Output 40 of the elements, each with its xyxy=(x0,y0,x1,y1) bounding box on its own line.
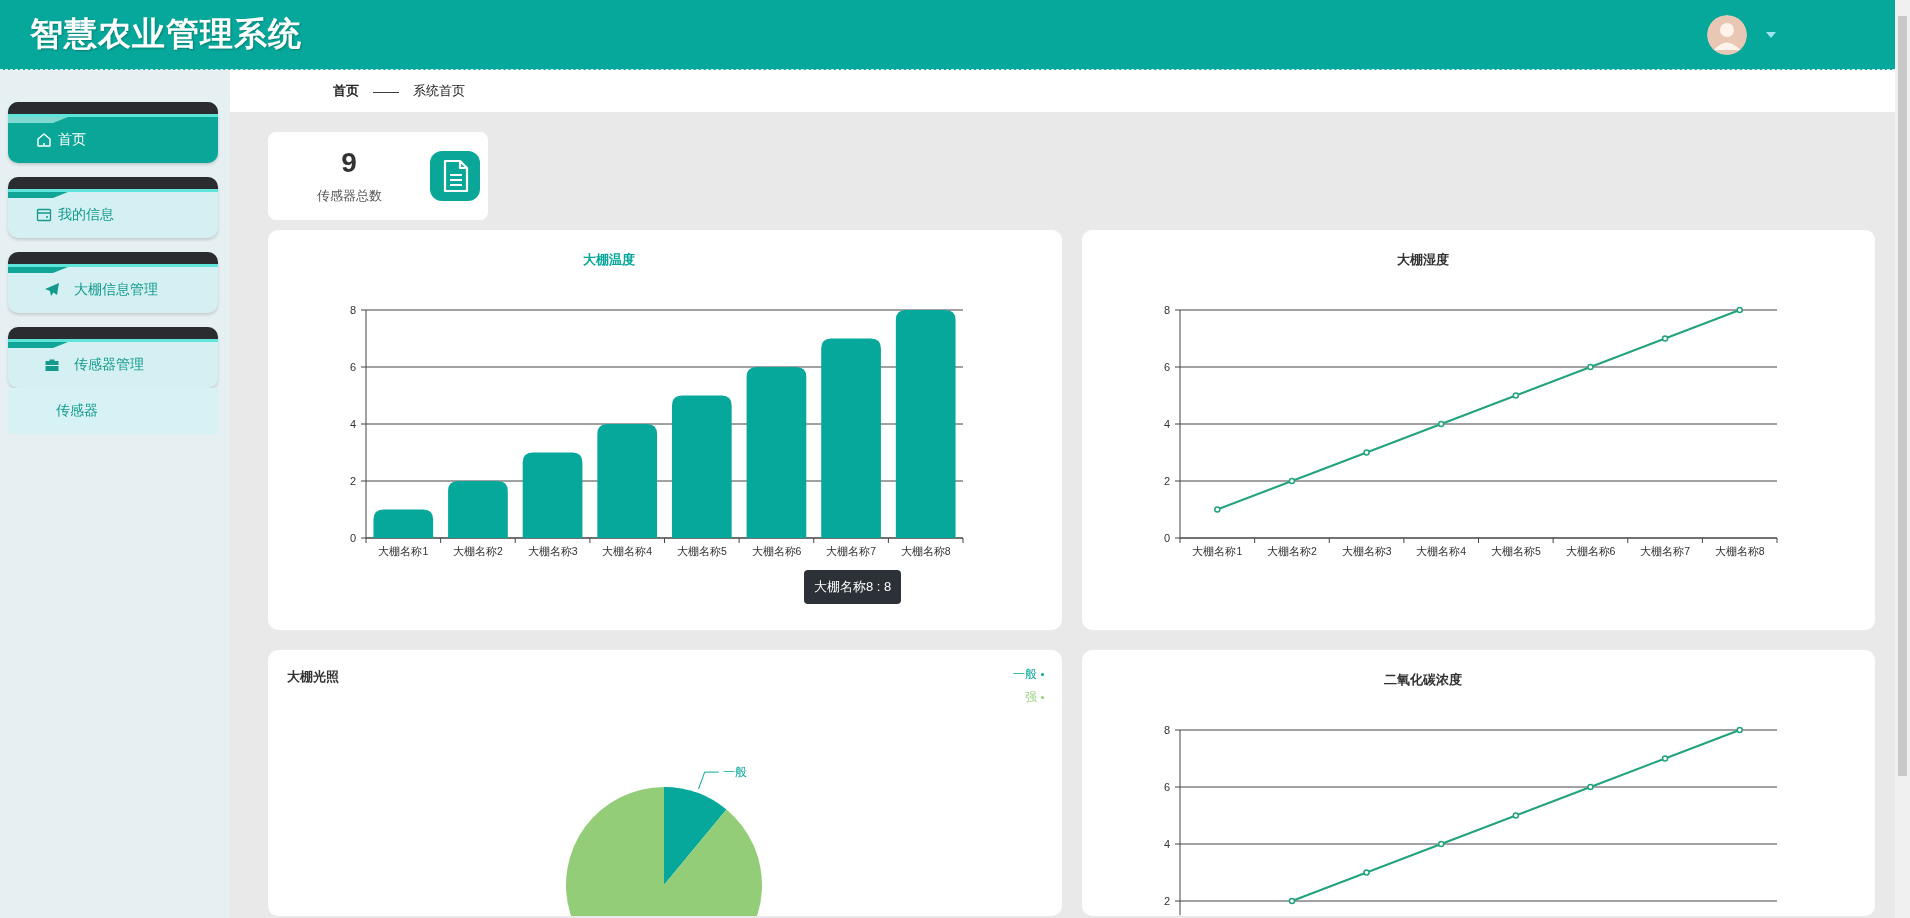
chart-title: 大棚湿度 xyxy=(1396,252,1449,267)
axis-label: 4 xyxy=(1163,838,1170,850)
axis-label: 大棚名称5 xyxy=(1490,545,1541,557)
axis-label: 6 xyxy=(349,361,356,373)
axis-label: 大棚名称1 xyxy=(1191,545,1242,557)
axis-label: 大棚名称4 xyxy=(1415,545,1466,557)
tooltip: 大棚名称8 : 8 xyxy=(804,570,902,604)
axis-label: 大棚名称2 xyxy=(453,545,503,557)
axis-label: 大棚名称5 xyxy=(676,545,727,557)
axis-label: 大棚名称3 xyxy=(1341,545,1391,557)
axis-label: 2 xyxy=(1163,475,1170,487)
stat-label: 传感器总数 xyxy=(316,187,382,205)
slice-label: 一般 xyxy=(722,765,747,780)
axis-label: 大棚名称7 xyxy=(1639,545,1690,557)
axis-label: 8 xyxy=(1163,304,1170,316)
app-title: 智慧农业管理系统 xyxy=(30,14,303,54)
axis-label: 8 xyxy=(1163,724,1170,736)
chart-title: 二氧化碳浓度 xyxy=(1383,672,1462,687)
axis-label: 大棚名称8 xyxy=(900,545,951,557)
axis-label: 2 xyxy=(1163,895,1170,907)
axis-label: 2 xyxy=(349,475,356,487)
chart-title: 大棚光照 xyxy=(287,668,339,686)
stat-value: 9 xyxy=(341,147,357,179)
axis-label: 6 xyxy=(1163,361,1170,373)
axis-label: 大棚名称7 xyxy=(826,545,876,557)
axis-label: 6 xyxy=(1163,781,1170,793)
axis-label: 大棚名称1 xyxy=(378,545,429,557)
axis-label: 大棚名称4 xyxy=(602,545,653,557)
axis-label: 大棚名称2 xyxy=(1266,545,1317,557)
axis-label: 8 xyxy=(349,304,356,316)
axis-label: 大棚名称6 xyxy=(751,545,802,557)
chart-title: 大棚温度 xyxy=(583,252,635,267)
axis-label: 4 xyxy=(349,418,356,430)
axis-label: 大棚名称3 xyxy=(527,545,578,557)
axis-label: 0 xyxy=(1163,532,1170,544)
axis-label: 大棚名称6 xyxy=(1565,545,1615,557)
breadcrumb-item: —— xyxy=(373,83,399,99)
axis-label: 大棚名称8 xyxy=(1714,545,1765,557)
axis-label: 0 xyxy=(349,532,356,544)
axis-label: 4 xyxy=(1163,418,1170,430)
